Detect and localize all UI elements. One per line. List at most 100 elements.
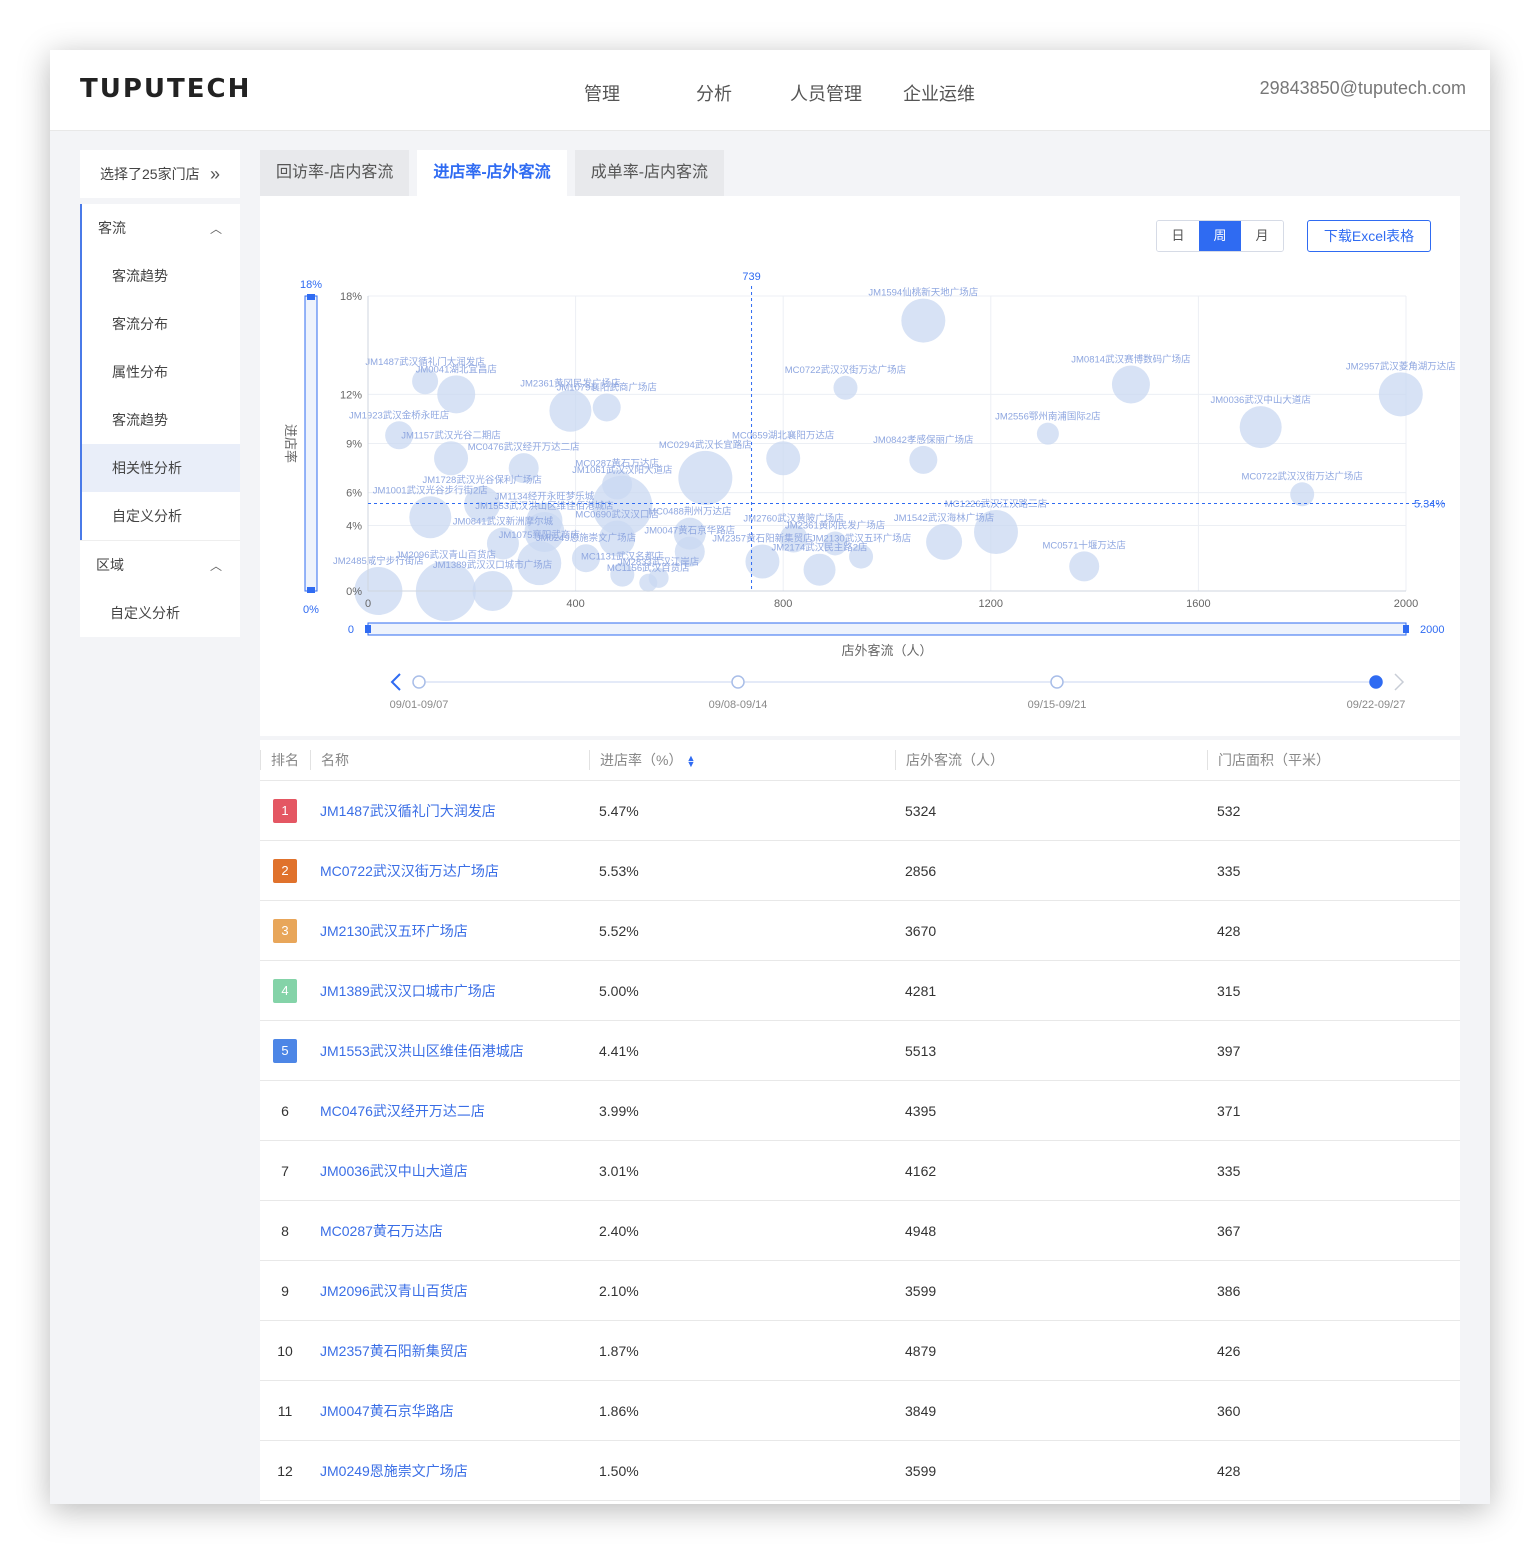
sidebar-item-region-custom-analysis[interactable]: 自定义分析 <box>80 589 240 637</box>
row-rank: 8 <box>260 1223 310 1239</box>
rank-number: 7 <box>281 1162 289 1179</box>
table-row[interactable]: 10 JM2357黄石阳新集贸店 1.87% 4879 426 <box>260 1321 1460 1381</box>
table-row[interactable]: 9 JM2096武汉青山百货店 2.10% 3599 386 <box>260 1261 1460 1321</box>
timeline-node[interactable] <box>731 675 745 689</box>
table-row[interactable]: 8 MC0287黄石万达店 2.40% 4948 367 <box>260 1201 1460 1261</box>
x-range-slider <box>367 622 1407 636</box>
x-tick-label: 1600 <box>1186 598 1210 610</box>
x-slider-right-label: 2000 <box>1420 624 1444 636</box>
chevron-right-icon[interactable] <box>1394 673 1405 691</box>
store-name-link[interactable]: MC0287黄石万达店 <box>310 1221 589 1241</box>
timeline-node[interactable] <box>1050 675 1064 689</box>
top-navbar: TUPUTECH 管理 分析 人员管理 企业运维 29843850@tupute… <box>50 50 1490 131</box>
table-row[interactable]: 2 MC0722武汉汉街万达广场店 5.53% 2856 335 <box>260 841 1460 901</box>
rank-number: 11 <box>277 1402 293 1419</box>
chart-panel: 日 周 月 下载Excel表格 JM1594仙桃新天地广场店 JM0814武汉赛博… <box>260 196 1460 736</box>
row-rank: 12 <box>260 1463 310 1479</box>
sidebar-item-custom-analysis[interactable]: 自定义分析 <box>80 492 240 540</box>
table-row[interactable]: 4 JM1389武汉汉口城市广场店 5.00% 4281 315 <box>260 961 1460 1021</box>
store-name-link[interactable]: MC0476武汉经开万达二店 <box>310 1101 589 1121</box>
table-row[interactable]: 5 JM1553武汉洪山区维佳佰港城店 4.41% 5513 397 <box>260 1021 1460 1081</box>
entry-rate-value: 3.01% <box>599 1162 639 1179</box>
store-area-value: 532 <box>1217 802 1241 819</box>
tab-conversion-rate[interactable]: 成单率-店内客流 <box>574 150 725 196</box>
y-axis-title: 进店率 <box>283 424 298 463</box>
chart-bubble <box>926 523 963 560</box>
sidebar-item-correlation-analysis[interactable]: 相关性分析 <box>80 444 240 492</box>
sidebar-group-traffic-header[interactable]: 客流 ︿ <box>80 204 240 252</box>
table-row[interactable]: 1 JM1487武汉循礼门大润发店 5.47% 5324 532 <box>260 781 1460 841</box>
header-store-area: 门店面积（平米） <box>1207 750 1457 770</box>
x-tick-label: 800 <box>774 598 792 610</box>
sidebar-item-traffic-trend[interactable]: 客流趋势 <box>80 252 240 300</box>
nav-manage[interactable]: 管理 <box>584 80 620 106</box>
brand-logo[interactable]: TUPUTECH <box>80 74 251 104</box>
rank-badge: 3 <box>273 918 297 943</box>
chevron-left-icon[interactable] <box>390 673 401 691</box>
nav-analysis[interactable]: 分析 <box>696 80 732 106</box>
header-entry-rate[interactable]: 进店率（%） ▲ ▼ <box>589 750 895 770</box>
timeline-label: 09/01-09/07 <box>390 699 449 711</box>
table-row[interactable]: 7 JM0036武汉中山大道店 3.01% 4162 335 <box>260 1141 1460 1201</box>
store-name-link[interactable]: MC0722武汉汉街万达广场店 <box>310 861 589 881</box>
analysis-tabs: 回访率-店内客流 进店率-店外客流 成单率-店内客流 <box>260 150 1460 196</box>
store-name-link[interactable]: JM2130武汉五环广场店 <box>310 921 589 941</box>
header-entry-rate-label: 进店率（%） <box>600 752 683 768</box>
y-slider-handle-bottom <box>307 587 315 593</box>
timeline-node[interactable] <box>1369 675 1383 689</box>
store-name-link[interactable]: JM2357黄石阳新集贸店 <box>310 1341 589 1361</box>
double-chevron-right-icon: » <box>209 163 220 184</box>
store-name-link[interactable]: JM0036武汉中山大道店 <box>310 1161 589 1181</box>
chart-bubble <box>434 441 469 476</box>
chart-bubble <box>678 450 733 505</box>
store-name-link[interactable]: JM1553武汉洪山区维佳佰港城店 <box>310 1041 589 1061</box>
store-name-link[interactable]: JM0249恩施崇文广场店 <box>310 1461 589 1481</box>
row-rank: 9 <box>260 1283 310 1299</box>
store-select-button[interactable]: 选择了25家门店 » <box>80 150 240 198</box>
point-label: JM2174武汉民主路2店 <box>771 542 867 554</box>
rank-badge: 2 <box>273 858 297 883</box>
point-label: JM2361黄冈民发广场店 <box>785 519 885 531</box>
chart-bubble <box>437 375 476 414</box>
table-row[interactable]: 3 JM2130武汉五环广场店 5.52% 3670 428 <box>260 901 1460 961</box>
tab-revisit-rate[interactable]: 回访率-店内客流 <box>260 150 410 196</box>
store-name-link[interactable]: JM1389武汉汉口城市广场店 <box>310 981 589 1001</box>
tab-entry-rate[interactable]: 进店率-店外客流 <box>417 150 567 196</box>
entry-rate-value: 2.10% <box>599 1282 639 1299</box>
sort-icon[interactable]: ▲ ▼ <box>686 754 695 769</box>
sidebar-item-traffic-trend-2[interactable]: 客流趋势 <box>80 396 240 444</box>
nav-ops[interactable]: 企业运维 <box>903 80 975 106</box>
store-area-value: 397 <box>1217 1042 1241 1059</box>
row-rank: 11 <box>260 1403 310 1419</box>
y-tick-label: 18% <box>340 291 362 303</box>
store-name-link[interactable]: JM0047黄石京华路店 <box>310 1401 589 1421</box>
table-body: 1 JM1487武汉循礼门大润发店 5.47% 5324 532 2 MC0722武汉汉街万… <box>260 781 1460 1501</box>
nav-staff[interactable]: 人员管理 <box>790 80 862 106</box>
sidebar-item-traffic-distribution[interactable]: 客流分布 <box>80 300 240 348</box>
timeline-node[interactable] <box>412 675 426 689</box>
rank-number: 6 <box>281 1102 289 1119</box>
entry-rate-value: 5.00% <box>599 982 639 999</box>
header-outside-flow: 店外客流（人） <box>895 750 1207 770</box>
table-row[interactable]: 12 JM0249恩施崇文广场店 1.50% 3599 428 <box>260 1441 1460 1501</box>
entry-rate-value: 5.52% <box>599 922 639 939</box>
chart-bubble <box>409 496 452 539</box>
store-name-link[interactable]: JM2096武汉青山百货店 <box>310 1281 589 1301</box>
entry-rate-value: 1.86% <box>599 1402 639 1419</box>
table-row[interactable]: 11 JM0047黄石京华路店 1.86% 3849 360 <box>260 1381 1460 1441</box>
table-row[interactable]: 6 MC0476武汉经开万达二店 3.99% 4395 371 <box>260 1081 1460 1141</box>
store-name-link[interactable]: JM1487武汉循礼门大润发店 <box>310 801 589 821</box>
main-content: 回访率-店内客流 进店率-店外客流 成单率-店内客流 日 周 月 下载Excel… <box>260 150 1460 1504</box>
sidebar-group-title: 区域 <box>96 557 124 573</box>
rank-number: 8 <box>281 1222 289 1239</box>
account-email[interactable]: 29843850@tuputech.com <box>1260 78 1466 99</box>
sidebar-group-region-header[interactable]: 区域 ︿ <box>80 541 240 589</box>
point-label: JM1594仙桃新天地广场店 <box>868 287 978 299</box>
row-rank: 6 <box>260 1103 310 1119</box>
point-label: JM1157武汉光谷二期店 <box>401 429 501 441</box>
sidebar-item-attribute-distribution[interactable]: 属性分布 <box>80 348 240 396</box>
store-area-value: 360 <box>1217 1402 1241 1419</box>
outside-flow-value: 4162 <box>905 1162 937 1179</box>
chart-bubble <box>909 445 938 474</box>
point-label: MC1156武汉百货店 <box>607 562 690 574</box>
